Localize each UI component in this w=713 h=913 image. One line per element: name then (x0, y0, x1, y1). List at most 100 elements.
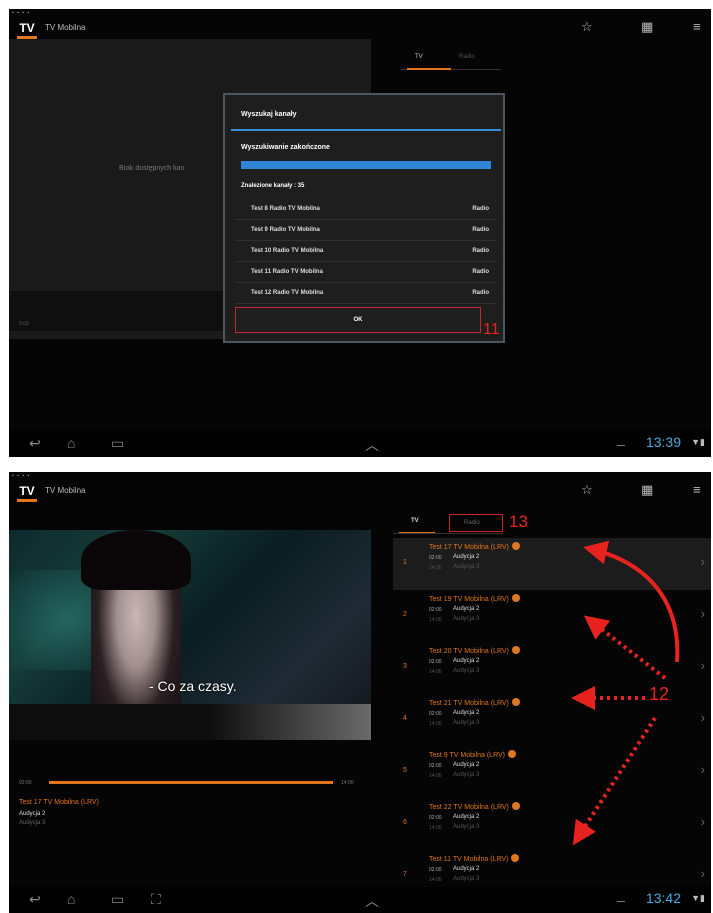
tab-radio[interactable]: Radio (449, 514, 503, 532)
video-bottom-strip (9, 704, 371, 740)
program-time: 02:00 (429, 815, 442, 821)
next-time: 14:00 (429, 721, 442, 727)
ok-button[interactable]: OK (235, 307, 481, 333)
app-logo: TV (17, 21, 37, 39)
tab-bar: TV Radio (393, 510, 593, 534)
channel-name: Test 17 TV Mobilna (LRV) (429, 542, 520, 551)
back-icon[interactable]: ↩ (29, 891, 41, 908)
current-program: Audycja 2 (453, 658, 480, 664)
program-time: 02:00 (429, 711, 442, 717)
list-item: Test 10 Radio TV Mobilna Radio (235, 241, 497, 262)
chevron-right-icon[interactable]: › (701, 710, 705, 725)
chevron-right-icon[interactable]: › (701, 554, 705, 569)
epg-calendar-icon[interactable]: ▦ (641, 19, 653, 35)
channel-name: Test 11 TV Mobilna (LRV) (429, 854, 520, 863)
next-time: 14:00 (429, 773, 442, 779)
chevron-right-icon[interactable]: › (701, 814, 705, 829)
next-time: 14:00 (429, 565, 442, 571)
home-icon[interactable]: ⌂ (67, 891, 75, 907)
expand-up-icon[interactable]: ︿ (365, 891, 379, 911)
tab-tv[interactable]: TV (407, 54, 451, 70)
channel-name: Test 8 Radio TV Mobilna (251, 206, 320, 212)
expand-up-icon[interactable]: ︿ (365, 435, 379, 455)
next-program: Audycja 3 (453, 772, 480, 778)
menu-icon[interactable]: ≡ (693, 482, 701, 497)
screenshot-icon[interactable]: ⛶ (151, 891, 161, 908)
channel-name: Test 21 TV Mobilna (LRV) (429, 698, 520, 707)
tab-radio[interactable]: Radio (459, 54, 475, 60)
video-subtitle: - Co za czasy. (149, 678, 237, 694)
channel-name: Test 19 TV Mobilna (LRV) (429, 594, 520, 603)
recent-apps-icon[interactable]: ▭ (111, 435, 124, 452)
now-playing-channel: Test 17 TV Mobilna (LRV) (19, 799, 99, 806)
tab-divider (393, 533, 503, 534)
video-figure-hair (81, 530, 191, 590)
lrv-badge-icon (511, 542, 520, 550)
current-program: Audycja 2 (453, 606, 480, 612)
tab-bar: TV Radio (401, 54, 501, 70)
channel-row[interactable]: 7 Test 11 TV Mobilna (LRV) 02:00 Audycja… (393, 850, 711, 887)
clock: 13:39 (645, 434, 681, 450)
channel-type: Radio (472, 269, 489, 275)
dialog-title: Wyszukaj kanały (241, 111, 297, 118)
lrv-badge-icon (511, 646, 520, 654)
back-icon[interactable]: ↩ (29, 435, 41, 452)
lrv-badge-icon (511, 698, 520, 706)
signal-battery-icon: ▼▮ (691, 437, 705, 447)
channel-number: 4 (403, 715, 407, 722)
chevron-right-icon[interactable]: › (701, 866, 705, 881)
channel-type: Radio (472, 290, 489, 296)
now-playing-program: Audycja 2 (19, 811, 46, 817)
channel-name: Test 9 TV Mobilna (LRV) (429, 750, 516, 759)
epg-calendar-icon[interactable]: ▦ (641, 482, 653, 498)
lrv-badge-icon (511, 802, 520, 810)
found-channels-count: Znalezione kanały : 35 (241, 183, 305, 189)
channel-number: 6 (403, 819, 407, 826)
favorites-star-icon[interactable]: ☆ (581, 482, 593, 498)
favorites-star-icon[interactable]: ☆ (581, 19, 593, 35)
dash-icon: – (617, 436, 625, 452)
program-time: 02:00 (429, 607, 442, 613)
chevron-right-icon[interactable]: › (701, 762, 705, 777)
next-program: Audycja 3 (453, 668, 480, 674)
menu-icon[interactable]: ≡ (693, 19, 701, 34)
status-bar-left: ▪ ▪ ▪ ▪ (12, 473, 31, 479)
list-item: Test 8 Radio TV Mobilna Radio (235, 199, 497, 220)
channel-row[interactable]: 1 Test 17 TV Mobilna (LRV) 02:00 Audycja… (393, 538, 711, 590)
app-title: TV Mobilna (45, 486, 86, 495)
channel-row[interactable]: 6 Test 22 TV Mobilna (LRV) 02:00 Audycja… (393, 798, 711, 850)
program-time: 02:00 (429, 867, 442, 873)
next-program: Audycja 3 (453, 824, 480, 830)
chevron-right-icon[interactable]: › (701, 658, 705, 673)
scan-progress-fill (241, 161, 491, 169)
current-program: Audycja 2 (453, 866, 480, 872)
channel-row[interactable]: 5 Test 9 TV Mobilna (LRV) 02:00 Audycja … (393, 746, 711, 798)
action-bar: ▪ ▪ ▪ ▪ TV TV Mobilna ☆ ▦ ≡ (9, 472, 711, 514)
program-progress-bar (49, 781, 333, 784)
recent-apps-icon[interactable]: ▭ (111, 891, 124, 908)
app-title: TV Mobilna (45, 23, 86, 32)
current-program: Audycja 2 (453, 554, 480, 560)
screenshot-scan-dialog: Brak dostępnych kan 0:00 ▪ ▪ ▪ ▪ TV TV M… (9, 9, 711, 457)
list-item: Test 11 Radio TV Mobilna Radio (235, 262, 497, 283)
channel-number: 1 (403, 559, 407, 566)
channel-row[interactable]: 2 Test 19 TV Mobilna (LRV) 02:00 Audycja… (393, 590, 711, 642)
dash-icon: – (617, 892, 625, 908)
channel-type: Radio (472, 227, 489, 233)
program-end-time: 14:00 (341, 780, 354, 786)
program-time: 02:00 (429, 555, 442, 561)
chevron-right-icon[interactable]: › (701, 606, 705, 621)
channel-number: 2 (403, 611, 407, 618)
next-program: Audycja 3 (453, 564, 480, 570)
app-logo: TV (17, 484, 37, 502)
current-program: Audycja 2 (453, 814, 480, 820)
next-program: Audycja 3 (19, 820, 46, 826)
tab-tv[interactable]: TV (399, 518, 435, 534)
status-bar-left: ▪ ▪ ▪ ▪ (12, 10, 31, 16)
lrv-badge-icon (511, 594, 520, 602)
scan-progress-bar (241, 161, 491, 169)
video-player[interactable]: - Co za czasy. (9, 530, 371, 740)
system-nav-bar: ↩ ⌂ ▭ ︿ – 13:39 ▼▮ (9, 431, 711, 457)
home-icon[interactable]: ⌂ (67, 435, 75, 451)
callout-11: 11 (483, 321, 500, 338)
